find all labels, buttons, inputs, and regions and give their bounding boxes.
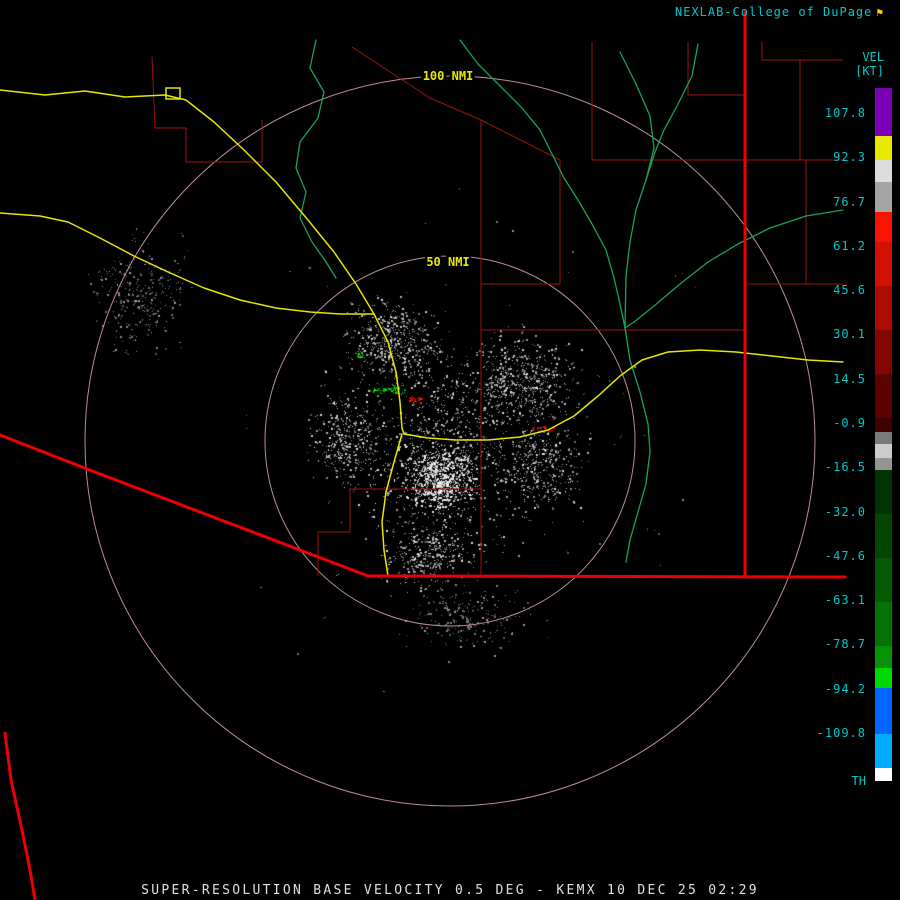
colorbar-tick: 92.3 [833,150,866,165]
colorbar-segment [875,418,892,432]
colorbar-segment [875,646,892,668]
colorbar-segment [875,182,892,212]
colorbar-segment [875,286,892,330]
colorbar-title: VEL [KT] [855,50,884,78]
county-lines [151,41,844,577]
colorbar-segment [875,688,892,734]
logo-icon: ⚑ [876,6,884,19]
colorbar-tick: -47.6 [824,548,866,563]
site-title: NEXLAB-College of DuPage ⚑ [675,5,884,19]
colorbar-segment [875,444,892,458]
colorbar-tick: 76.7 [833,194,866,209]
county-lines-path [761,41,844,61]
colorbar-segment [875,136,892,160]
state-borders [0,10,847,900]
highways-path [373,313,405,435]
colorbar-tick: -63.1 [824,593,866,608]
range-ring [84,75,816,807]
range-ring-label: 50 NMI [426,255,469,269]
colorbar-segment [875,514,892,558]
county-lines-path [151,56,263,163]
colorbar-tick: -94.2 [824,681,866,696]
colorbar-segment [875,242,892,286]
colorbar-tick: 14.5 [833,371,866,386]
colorbar-tick: -78.7 [824,637,866,652]
highways-path [0,212,375,315]
colorbar-segment [875,668,892,688]
colorbar-segment [875,602,892,646]
colorbar-tick: -109.8 [816,726,866,741]
state-borders-path [0,433,847,579]
colorbar-tick: 61.2 [833,238,866,253]
colorbar-segment [875,330,892,374]
colorbar-segment [875,734,892,768]
highways-path [381,433,403,577]
colorbar-segment [875,558,892,602]
rivers-path [459,39,626,329]
radar-viewer: { "header": { "title": "NEXLAB-College o… [0,0,900,900]
colorbar-segment [875,458,892,470]
colorbar-segment [875,374,892,418]
range-ring [264,255,636,627]
rivers-path [295,39,337,279]
colorbar-tick: 45.6 [833,283,866,298]
site-title-text: NEXLAB-College of DuPage [674,5,873,19]
colorbar-tick: 107.8 [824,106,866,120]
colorbar-title-vel: VEL [862,50,884,64]
colorbar-segment [875,160,892,182]
colorbar-segment [875,470,892,514]
range-ring-label: 100 NMI [423,69,474,83]
velocity-colorbar [875,88,892,781]
state-borders-path [3,731,37,900]
product-caption: SUPER-RESOLUTION BASE VELOCITY 0.5 DEG -… [141,883,759,898]
highways-path [403,349,844,441]
rivers-path [619,51,655,329]
colorbar-tick: -0.9 [833,416,866,431]
colorbar-segment [875,432,892,444]
county-lines-path [805,159,844,285]
colorbar-segment [875,88,892,136]
colorbar-segment [875,768,892,781]
basemap: 100 NMI 50 NMI [0,10,847,900]
rivers [295,39,844,563]
highways [0,87,844,577]
colorbar-th-label: TH [851,774,866,788]
colorbar-tick: -32.0 [824,504,866,519]
colorbar-title-units: [KT] [855,64,884,78]
colorbar-tick: 30.1 [833,327,866,342]
colorbar-tick: -16.5 [824,460,866,475]
rivers-path [624,209,844,329]
colorbar-segment [875,212,892,242]
